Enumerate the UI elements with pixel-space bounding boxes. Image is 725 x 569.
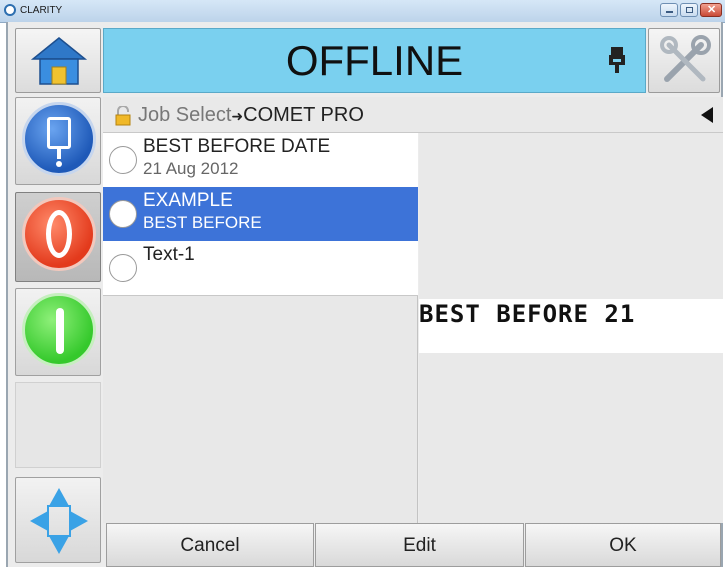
radio-button[interactable]	[109, 254, 137, 282]
close-button[interactable]: ✕	[700, 3, 722, 17]
job-name: BEST BEFORE DATE	[143, 136, 331, 157]
close-icon: ✕	[707, 4, 717, 16]
ink-level-icon	[609, 47, 625, 73]
breadcrumb-arrow: ➜	[231, 108, 244, 124]
job-list-item[interactable]: Text-1	[103, 241, 418, 295]
ok-button[interactable]: OK	[525, 523, 721, 567]
job-name: EXAMPLE	[143, 190, 233, 211]
minimize-button[interactable]	[660, 3, 678, 17]
tools-icon	[660, 35, 711, 82]
window-titlebar	[0, 0, 725, 23]
maximize-icon	[686, 7, 693, 13]
radio-button[interactable]	[109, 200, 137, 228]
padlock-icon	[115, 106, 131, 126]
status-bar: OFFLINE	[103, 28, 646, 93]
message-preview: BEST BEFORE 21	[419, 133, 723, 523]
stop-button[interactable]	[15, 192, 101, 282]
nozzle-button[interactable]	[15, 97, 101, 185]
job-detail: 21 Aug 2012	[143, 159, 239, 178]
stop-icon	[22, 197, 96, 271]
job-name: Text-1	[143, 244, 195, 265]
start-button[interactable]	[15, 288, 101, 376]
breadcrumb-base[interactable]: Job Select	[138, 104, 231, 126]
window-title: CLARITY	[20, 5, 63, 16]
edit-button[interactable]: Edit	[315, 523, 524, 567]
minimize-icon	[666, 11, 673, 13]
breadcrumb: Job Select➜COMET PRO	[103, 97, 723, 133]
start-icon	[22, 293, 96, 367]
breadcrumb-text: Job Select➜COMET PRO	[138, 104, 364, 127]
maximize-button[interactable]	[680, 3, 698, 17]
clarity-logo-icon	[4, 4, 16, 16]
cancel-button[interactable]: Cancel	[106, 523, 314, 567]
job-list-item-selected[interactable]: EXAMPLE BEST BEFORE	[103, 187, 418, 241]
preview-text: BEST BEFORE 21	[419, 300, 636, 328]
nozzle-icon	[22, 102, 96, 176]
breadcrumb-current: COMET PRO	[243, 104, 364, 126]
empty-slot	[15, 382, 101, 468]
navigation-arrows-icon	[30, 488, 88, 554]
home-icon	[30, 37, 88, 85]
back-triangle-icon[interactable]	[701, 107, 715, 123]
printer-status: OFFLINE	[285, 37, 464, 84]
job-list-item[interactable]: BEST BEFORE DATE 21 Aug 2012	[103, 133, 418, 187]
job-detail: BEST BEFORE	[143, 213, 262, 232]
job-list: BEST BEFORE DATE 21 Aug 2012 EXAMPLE BES…	[103, 133, 418, 523]
navigation-button[interactable]	[15, 477, 101, 563]
tools-button[interactable]	[648, 28, 720, 93]
radio-button[interactable]	[109, 146, 137, 174]
home-button[interactable]	[15, 28, 101, 93]
